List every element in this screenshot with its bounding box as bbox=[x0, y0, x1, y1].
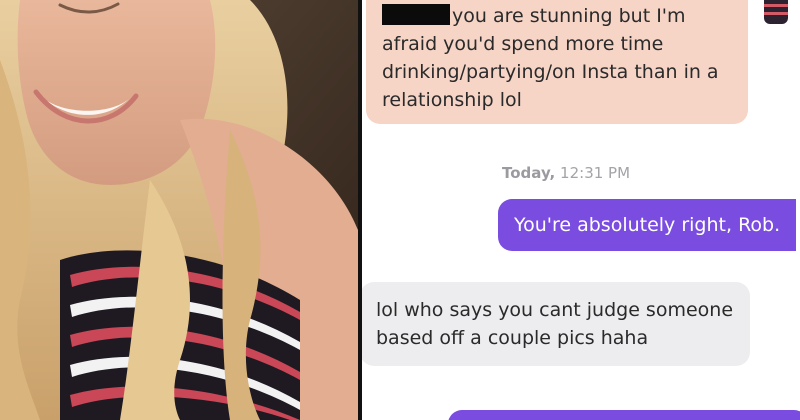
outgoing-message: You're absolutely right, Rob. bbox=[498, 199, 797, 251]
profile-photo bbox=[0, 0, 358, 420]
profile-photo-illustration bbox=[0, 0, 358, 420]
outgoing-message-text: You're absolutely right, Rob. bbox=[514, 214, 781, 236]
incoming-message: lol who says you cant judge someone base… bbox=[362, 282, 750, 366]
chat-thread[interactable]: you are stunning but I'm afraid you'd sp… bbox=[362, 0, 800, 420]
avatar bbox=[764, 0, 788, 24]
screenshot-frame: you are stunning but I'm afraid you'd sp… bbox=[0, 0, 800, 420]
timestamp-day: Today, bbox=[502, 164, 556, 182]
redacted-name bbox=[382, 4, 450, 25]
incoming-message: you are stunning but I'm afraid you'd sp… bbox=[366, 0, 748, 124]
message-timestamp: Today, 12:31 PM bbox=[502, 164, 630, 182]
incoming-message-text: lol who says you cant judge someone base… bbox=[376, 299, 734, 349]
timestamp-time: 12:31 PM bbox=[560, 164, 631, 182]
outgoing-message bbox=[448, 410, 800, 420]
